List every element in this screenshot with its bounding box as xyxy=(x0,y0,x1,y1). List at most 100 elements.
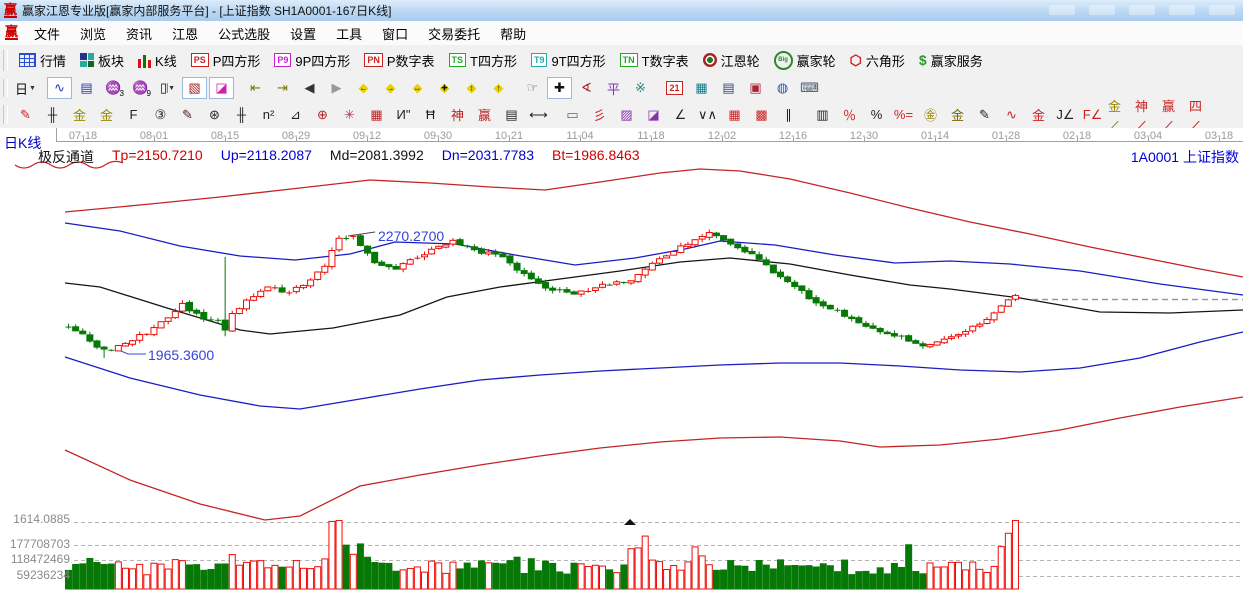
toolbar-grip[interactable] xyxy=(3,105,8,124)
wheel-small-button[interactable]: ⊛ xyxy=(202,104,227,126)
gann-box-small-button[interactable]: 平 xyxy=(601,77,626,99)
brush-red-button[interactable]: ✎ xyxy=(13,104,38,126)
ying-tool-button[interactable]: 赢 xyxy=(472,104,497,126)
parallel-lines-button[interactable]: ∥ xyxy=(776,104,801,126)
fan-lines-button[interactable]: 彡 xyxy=(587,104,612,126)
t-square-button[interactable]: TST四方形 xyxy=(442,49,524,72)
gold-circle-button[interactable]: ㊎ xyxy=(918,104,943,126)
p-number-table-button[interactable]: PNP数字表 xyxy=(357,49,441,72)
gold-ratio-1-button[interactable]: 金 xyxy=(67,104,92,126)
menu-item-3[interactable]: 江恩 xyxy=(162,22,208,45)
save-button[interactable]: ▣ xyxy=(743,77,768,99)
winner-wheel-button[interactable]: Big赢家轮 xyxy=(767,49,843,72)
last-page-button[interactable]: ⇥ xyxy=(270,77,295,99)
menu-item-1[interactable]: 浏览 xyxy=(70,22,116,45)
angle-gold-button[interactable]: 金∠ xyxy=(1107,104,1132,126)
notes-blue-button[interactable]: ▤ xyxy=(74,77,99,99)
histogram-button[interactable]: ◪ xyxy=(209,77,234,99)
gann-wheel-button[interactable]: 江恩轮 xyxy=(696,49,767,72)
menu-item-0[interactable]: 文件 xyxy=(24,22,70,45)
crosshair-button[interactable]: ✚ xyxy=(547,77,572,99)
bars-3-button[interactable]: ♒3 xyxy=(101,77,126,99)
menu-item-8[interactable]: 交易委托 xyxy=(418,22,490,45)
menu-item-4[interactable]: 公式选股 xyxy=(208,22,280,45)
diamond-up-button[interactable]: ◆↑ xyxy=(486,77,511,99)
angle-shen-button[interactable]: 神∠ xyxy=(1134,104,1159,126)
report-button[interactable]: ▤ xyxy=(716,77,741,99)
wave-small-button[interactable]: ※ xyxy=(628,77,653,99)
p9-square-button[interactable]: P99P四方形 xyxy=(267,49,357,72)
chart-area[interactable]: 07-1808-0108-1508-2909-1209-3010-2111-04… xyxy=(0,128,1243,590)
percent-red-button[interactable]: ％ xyxy=(837,104,862,126)
angle-si-button[interactable]: 四∠ xyxy=(1188,104,1213,126)
calendar-21-button[interactable]: 21 xyxy=(662,77,687,99)
workstation-button[interactable]: ⌨ xyxy=(797,77,822,99)
gold-lines-button[interactable]: 金 xyxy=(945,104,970,126)
compass-button[interactable]: ⊕ xyxy=(310,104,335,126)
n-square-button[interactable]: n² xyxy=(256,104,281,126)
gold-box-button[interactable]: 金 xyxy=(1026,104,1051,126)
angle-f-button[interactable]: F∠ xyxy=(1080,104,1105,126)
p-square-button[interactable]: PSP四方形 xyxy=(184,49,268,72)
box-fan-button[interactable]: ◪ xyxy=(641,104,666,126)
shen-tool-button[interactable]: 神 xyxy=(445,104,470,126)
hand-tool-button[interactable]: ☞ xyxy=(520,77,545,99)
fib-lines-button[interactable]: F xyxy=(121,104,146,126)
price-bars-button[interactable]: ▥ xyxy=(810,104,835,126)
quotes-button[interactable]: 行情 xyxy=(12,49,73,72)
wave-tool-button[interactable]: ∿ xyxy=(47,77,72,99)
percent-lines-button[interactable]: %= xyxy=(891,104,916,126)
rect-select-button[interactable]: ▭ xyxy=(560,104,585,126)
percent-button[interactable]: % xyxy=(864,104,889,126)
ruler-123-button[interactable]: ▤ xyxy=(499,104,524,126)
wave-gold-button[interactable]: ∿ xyxy=(999,104,1024,126)
hexagon-button[interactable]: ⬡六角形 xyxy=(843,49,912,72)
menu-item-9[interactable]: 帮助 xyxy=(490,22,536,45)
first-page-button[interactable]: ⇤ xyxy=(243,77,268,99)
diamond-cross-button[interactable]: ◆✚ xyxy=(432,77,457,99)
pattern-box-button[interactable]: ▧ xyxy=(182,77,207,99)
time-lines-button[interactable]: ╫ xyxy=(40,104,65,126)
menu-item-5[interactable]: 设置 xyxy=(280,22,326,45)
zigzag-button[interactable]: ∨∧ xyxy=(695,104,720,126)
prev-button[interactable]: ◀ xyxy=(297,77,322,99)
period-day-dropdown-arrow[interactable]: ▼ xyxy=(29,85,36,92)
time-lines-2-button[interactable]: ╫ xyxy=(229,104,254,126)
period-day-button[interactable]: 日▼ xyxy=(13,77,38,99)
red-grid-2-button[interactable]: ▩ xyxy=(749,104,774,126)
kline-button[interactable]: K线 xyxy=(131,49,184,72)
grid-star-button[interactable]: ▦ xyxy=(364,104,389,126)
calculator-button[interactable]: ▦ xyxy=(689,77,714,99)
next-button[interactable]: ▶ xyxy=(324,77,349,99)
menu-item-2[interactable]: 资讯 xyxy=(116,22,162,45)
angle-measure-button[interactable]: ∢ xyxy=(574,77,599,99)
diamond-h-button[interactable]: ◆↔ xyxy=(405,77,430,99)
diamond-v-button[interactable]: ◆↕ xyxy=(459,77,484,99)
bars-9-button[interactable]: ♒9 xyxy=(128,77,153,99)
ray-lines-button[interactable]: ∠ xyxy=(668,104,693,126)
diamond-right-button[interactable]: ◆→ xyxy=(378,77,403,99)
wave-count-button[interactable]: И" xyxy=(391,104,416,126)
toolbar-grip[interactable] xyxy=(3,79,8,97)
red-grid-button[interactable]: ▦ xyxy=(722,104,747,126)
t-number-table-button[interactable]: TNT数字表 xyxy=(613,49,696,72)
brush-candle-button[interactable]: ✎ xyxy=(972,104,997,126)
h-count-button[interactable]: Ħ xyxy=(418,104,443,126)
menu-item-6[interactable]: 工具 xyxy=(326,22,372,45)
angle-j-button[interactable]: J∠ xyxy=(1053,104,1078,126)
fan-box-button[interactable]: ▨ xyxy=(614,104,639,126)
t9-square-button[interactable]: T99T四方形 xyxy=(524,49,613,72)
diamond-left-button[interactable]: ◆← xyxy=(351,77,376,99)
menu-item-7[interactable]: 窗口 xyxy=(372,22,418,45)
sectors-button[interactable]: 板块 xyxy=(73,49,131,72)
cycle-3-button[interactable]: ③ xyxy=(148,104,173,126)
winner-service-button[interactable]: $赢家服务 xyxy=(912,49,990,72)
flag-tool-button[interactable]: ⊿ xyxy=(283,104,308,126)
h-measure-button[interactable]: ⟷ xyxy=(526,104,551,126)
browser-button[interactable]: ◍ xyxy=(770,77,795,99)
angle-ying-button[interactable]: 赢∠ xyxy=(1161,104,1186,126)
toolbar-grip[interactable] xyxy=(3,50,8,71)
candle-type-button[interactable]: ▯│▼ xyxy=(155,77,180,99)
brush-dark-button[interactable]: ✎ xyxy=(175,104,200,126)
gold-ratio-2-button[interactable]: 金 xyxy=(94,104,119,126)
